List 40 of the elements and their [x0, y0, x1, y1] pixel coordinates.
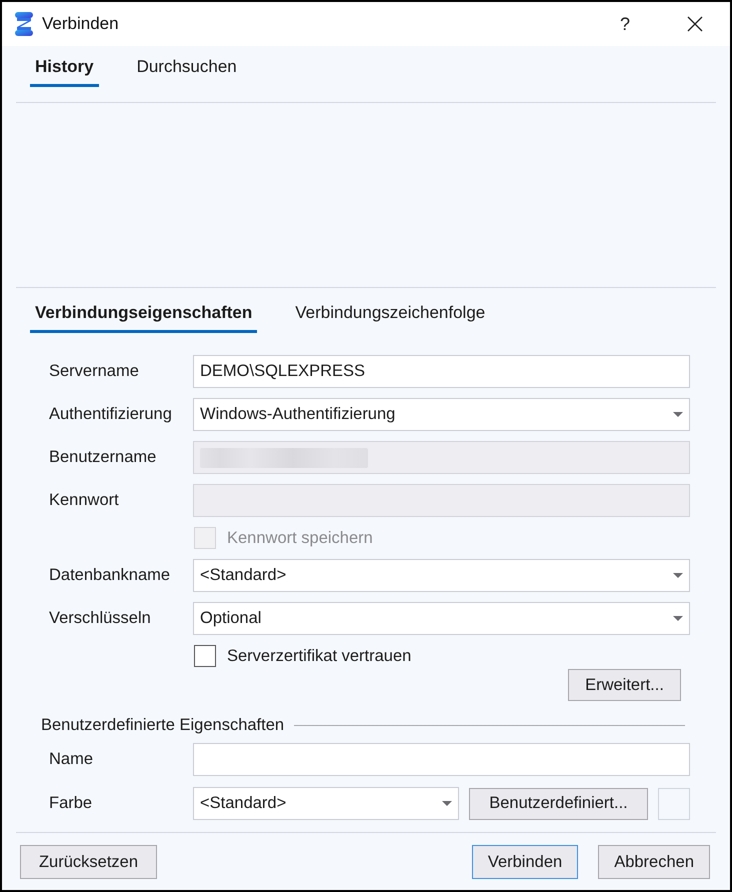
- group-title: Benutzerdefinierte Eigenschaften: [41, 716, 284, 734]
- field-label: Authentifizierung: [49, 405, 173, 424]
- tab[interactable]: Verbindungszeichenfolge: [290, 294, 490, 333]
- dropdown-field[interactable]: <Standard>: [193, 559, 690, 592]
- tab[interactable]: Durchsuchen: [132, 48, 242, 87]
- field-label: Datenbankname: [49, 566, 172, 585]
- app-logo-icon: [15, 12, 33, 36]
- dialog-button[interactable]: Abbrechen: [598, 845, 710, 879]
- tab[interactable]: History: [30, 48, 99, 87]
- text-input-field[interactable]: [193, 743, 690, 776]
- dropdown-value: <Standard>: [200, 794, 286, 813]
- field-label: Verschlüsseln: [49, 609, 152, 628]
- dialog-button[interactable]: Verbinden: [472, 845, 578, 879]
- window-title: Verbinden: [42, 14, 119, 34]
- dropdown-caret-icon: [673, 616, 683, 621]
- checkbox[interactable]: [194, 645, 216, 667]
- field-label: Benutzername: [49, 448, 158, 467]
- dropdown-value: <Standard>: [200, 566, 286, 585]
- help-button[interactable]: ?: [602, 6, 648, 42]
- dialog-button[interactable]: Zurücksetzen: [20, 845, 157, 879]
- checkbox-label: Kennwort speichern: [227, 528, 373, 548]
- dropdown-caret-icon: [442, 801, 452, 806]
- tab[interactable]: Verbindungseigenschaften: [30, 294, 258, 333]
- color-swatch-icon: [658, 788, 690, 820]
- field-label: Servername: [49, 362, 140, 381]
- close-icon: [687, 16, 703, 32]
- checkbox-label: Serverzertifikat vertrauen: [227, 646, 412, 666]
- field-label: Kennwort: [49, 491, 120, 510]
- field-label: Farbe: [49, 794, 94, 813]
- field-label: Name: [49, 750, 94, 769]
- text-input-field[interactable]: DEMO\SQLEXPRESS: [193, 355, 690, 388]
- custom-color-button[interactable]: Benutzerdefiniert...: [469, 788, 648, 820]
- dropdown-field[interactable]: Windows-Authentifizierung: [193, 398, 690, 431]
- dropdown-field[interactable]: Optional: [193, 602, 690, 635]
- dropdown-value: Windows-Authentifizierung: [200, 405, 396, 424]
- dropdown-caret-icon: [673, 573, 683, 578]
- dropdown-caret-icon: [673, 412, 683, 417]
- dropdown-field[interactable]: <Standard>: [193, 787, 459, 820]
- advanced-button[interactable]: Erweitert...: [568, 669, 681, 701]
- dropdown-value: Optional: [200, 609, 262, 628]
